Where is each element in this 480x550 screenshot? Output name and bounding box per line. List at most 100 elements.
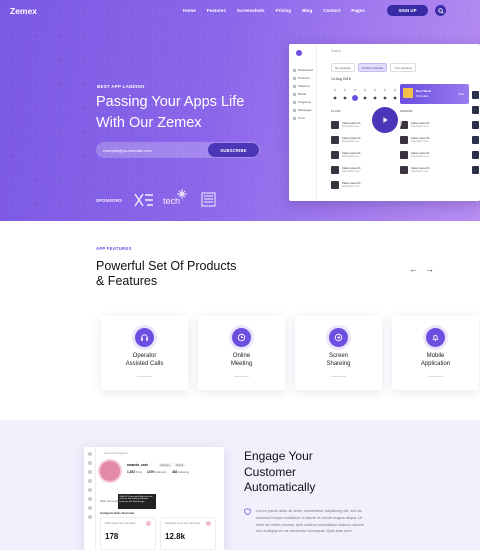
feature-card-mobile[interactable]: Mobile Application	[392, 316, 479, 390]
nav-item-blog[interactable]: Blog	[302, 8, 312, 13]
app-box-title: Posts (Last Year 300 Max)	[105, 522, 136, 525]
mockup-card-sub: Schedule	[416, 94, 429, 98]
signup-button[interactable]: SIGN UP	[387, 5, 428, 16]
app-search: Search Instagram	[104, 451, 128, 455]
app-box-value: 178	[105, 532, 119, 541]
feature-icon-badge	[135, 328, 154, 347]
shield-icon	[244, 508, 251, 515]
nav-item-features[interactable]: Features	[207, 8, 226, 13]
features-title-line1: Powerful Set Of Products	[96, 259, 237, 273]
features-kicker: APP FEATURES	[96, 246, 132, 251]
feature-card-label: Online Meeting	[230, 353, 253, 367]
nav-item-contact[interactable]: Contact	[323, 8, 340, 13]
mockup-card-link: View	[457, 92, 464, 96]
app-stat: 482 Following	[172, 470, 190, 474]
mockup-row: Class name 01 Description here	[400, 136, 460, 145]
mockup-search: Search...	[331, 49, 344, 53]
play-icon	[383, 117, 388, 123]
mockup-nav-item: Media	[293, 92, 306, 96]
carousel-prev-arrow[interactable]: ←	[409, 264, 418, 274]
feature-card-operator[interactable]: Operator Assisted Calls	[101, 316, 188, 390]
mockup-row: Class name 01 Description here	[400, 121, 460, 130]
search-button[interactable]	[435, 5, 446, 16]
feature-card-screen[interactable]: Screen Shareing	[295, 316, 382, 390]
divider	[137, 376, 152, 377]
mockup-next-week-card: Next Week Schedule View	[400, 84, 469, 104]
mockup-row: Class name 01 Description here	[331, 181, 391, 190]
mockup-row: Class name 01 Description here	[400, 166, 460, 175]
mockup-tab: Your schedule	[390, 63, 416, 72]
app-overview-title: Instagram Stats Overview	[100, 511, 135, 515]
mockup-nav-item: Statistics	[293, 84, 310, 88]
feature-icon-badge	[329, 328, 348, 347]
mockup-row: Class name 01 Description here	[331, 151, 391, 160]
avatar	[100, 461, 120, 481]
feature-card-label: Screen Shareing	[326, 353, 351, 367]
mockup-calendar-strip	[333, 88, 397, 101]
hero-kicker: BEST APP LANDING	[97, 84, 145, 89]
search-icon	[437, 7, 444, 14]
clock-icon	[237, 333, 246, 342]
mockup-nav-item: Programs	[293, 100, 311, 104]
email-input[interactable]	[103, 142, 203, 158]
heart-icon	[146, 521, 151, 526]
subscribe-button[interactable]: SUBSCRIBE	[208, 143, 259, 157]
headset-icon	[141, 334, 148, 341]
mockup-nav-item: Messages	[293, 108, 312, 112]
mockup-right-strip	[467, 84, 480, 201]
sponsor-logo-3	[201, 192, 216, 207]
app-tag: Lifestyle	[158, 463, 172, 467]
sponsor-logo-1	[134, 193, 153, 207]
app-username: amanda_cash	[127, 463, 149, 467]
main-nav: Home Features Screenshots Pricing Blog C…	[183, 8, 365, 13]
app-stat: 147K Followers	[147, 470, 167, 474]
logo[interactable]: Zemex	[10, 6, 37, 16]
mockup-logo	[296, 50, 302, 56]
app-tag: Social	[174, 463, 186, 467]
divider	[428, 376, 443, 377]
app-tooltip: Web UI Kit presents Mockup to be used fo…	[118, 494, 156, 509]
mockup-row: Class name 01 Description here	[331, 136, 391, 145]
nav-item-home[interactable]: Home	[183, 8, 196, 13]
feature-icon-badge	[426, 328, 445, 347]
play-button[interactable]	[372, 107, 398, 133]
feature-card-label: Operator Assisted Calls	[125, 353, 164, 367]
mockup-tab-active: Product schedule	[357, 63, 388, 72]
mockup-sidebar: Dashboard Products Statistics Media Prog…	[289, 44, 317, 201]
engage-paragraph: Lorem ipsum dolor sit amet, consectetur …	[256, 509, 364, 534]
nav-item-pages[interactable]: Pages	[351, 8, 365, 13]
sponsor-tech-mark	[177, 189, 187, 199]
mockup-col-right: SESSION	[400, 109, 413, 113]
mockup-tab: My schedule	[331, 63, 355, 72]
bell-icon	[432, 335, 439, 342]
mockup-col-left: CLASS	[331, 109, 341, 113]
newsletter-form: SUBSCRIBE	[96, 142, 260, 158]
mockup-row: Class name 01 Description here	[400, 151, 460, 160]
app-stat: 1,352 Posts	[127, 470, 143, 474]
engage-title: Engage Your Customer Automatically	[244, 449, 316, 494]
app-box-title: Followers (Last Year 300 Max)	[165, 522, 201, 525]
dashboard-mockup: Dashboard Products Statistics Media Prog…	[289, 44, 480, 201]
divider	[234, 376, 249, 377]
hero-section: Zemex Home Features Screenshots Pricing …	[0, 0, 480, 221]
hero-title-line2: With Our Zemex	[96, 115, 202, 131]
engage-section: Search Instagram amanda_cash Lifestyle S…	[0, 420, 480, 550]
feature-icon-badge	[232, 328, 251, 347]
mockup-nav-item: Products	[293, 76, 310, 80]
app-stat-box: Followers (Last Year 300 Max) 12.8k	[160, 517, 216, 550]
hero-title-line1: Passing Your Apps Life	[96, 94, 245, 110]
mockup-nav-item: Tools	[293, 116, 305, 120]
feature-card-label: Mobile Application	[420, 353, 451, 367]
nav-item-pricing[interactable]: Pricing	[276, 8, 292, 13]
nav-item-screenshots[interactable]: Screenshots	[237, 8, 265, 13]
feature-card-meeting[interactable]: Online Meeting	[198, 316, 285, 390]
app-stat-box: Posts (Last Year 300 Max) 178	[100, 517, 156, 550]
carousel-next-arrow[interactable]: →	[425, 264, 434, 274]
mockup-date: 14 Aug 2018	[331, 77, 351, 81]
divider	[331, 376, 346, 377]
app-sidebar	[84, 447, 96, 550]
mockup-nav-item: Dashboard	[293, 68, 313, 72]
features-title-line2: & Features	[96, 274, 158, 288]
folder-icon	[403, 88, 413, 98]
app-box-value: 12.8k	[165, 532, 186, 541]
